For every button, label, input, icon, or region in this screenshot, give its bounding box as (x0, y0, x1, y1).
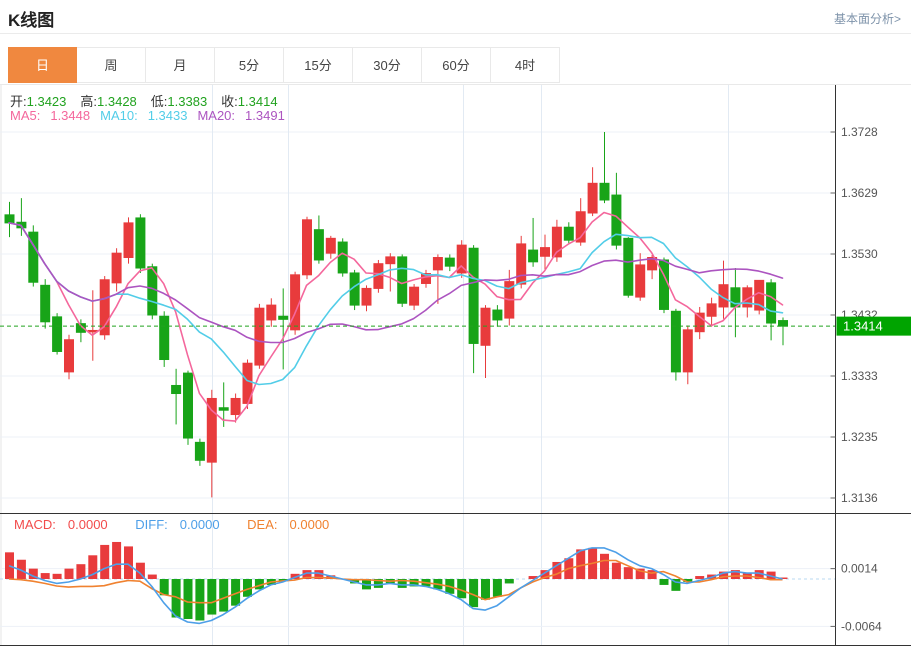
macd-readout: MACD: 0.0000 DIFF: 0.0000 DEA: 0.0000 (14, 517, 353, 532)
header: K线图 基本面分析> (0, 0, 911, 34)
tab-日[interactable]: 日 (8, 47, 77, 83)
svg-text:1.3728: 1.3728 (841, 125, 878, 139)
svg-text:1.3235: 1.3235 (841, 430, 878, 444)
svg-text:0.0014: 0.0014 (841, 562, 878, 576)
svg-text:1.3136: 1.3136 (841, 491, 878, 505)
dea-label: DEA: (247, 517, 277, 532)
tab-周[interactable]: 周 (77, 47, 146, 83)
tab-4时[interactable]: 4时 (491, 47, 560, 83)
tab-60分[interactable]: 60分 (422, 47, 491, 83)
high-value: 1.3428 (97, 94, 137, 109)
macd-value: 0.0000 (68, 517, 108, 532)
chart-area: 开:1.3423高:1.3428低:1.3383收:1.3414 MA5:1.3… (0, 85, 911, 646)
svg-text:1.3333: 1.3333 (841, 369, 878, 383)
low-label: 低: (151, 94, 168, 109)
period-tab-bar: 日周月5分15分30分60分4时 (8, 47, 560, 83)
kline-widget: K线图 基本面分析> 日周月5分15分30分60分4时 开:1.3423高:1.… (0, 0, 911, 646)
close-value: 1.3414 (238, 94, 278, 109)
macd-chart[interactable]: 0.0014 -0.0064 (0, 513, 911, 646)
svg-text:1.3629: 1.3629 (841, 186, 878, 200)
tab-5分[interactable]: 5分 (215, 47, 284, 83)
ma5-value: 1.3448 (50, 108, 90, 123)
diff-label: DIFF: (135, 517, 168, 532)
tab-15分[interactable]: 15分 (284, 47, 353, 83)
high-label: 高: (80, 94, 97, 109)
svg-text:1.3414: 1.3414 (843, 319, 883, 334)
svg-text:1.3530: 1.3530 (841, 247, 878, 261)
svg-text:-0.0064: -0.0064 (841, 619, 882, 633)
candlestick-chart[interactable]: 1.37281.36291.35301.34321.33331.32351.31… (0, 85, 911, 513)
ma-readout: MA5: 1.3448 MA10: 1.3433 MA20: 1.3491 (10, 108, 295, 123)
open-label: 开: (10, 94, 27, 109)
ma20-label: MA20: (197, 108, 235, 123)
macd-label: MACD: (14, 517, 56, 532)
tab-30分[interactable]: 30分 (353, 47, 422, 83)
close-label: 收: (221, 94, 238, 109)
dea-value: 0.0000 (290, 517, 330, 532)
low-value: 1.3383 (167, 94, 207, 109)
fundamental-analysis-link[interactable]: 基本面分析> (834, 10, 901, 27)
diff-value: 0.0000 (180, 517, 220, 532)
tab-月[interactable]: 月 (146, 47, 215, 83)
ma10-value: 1.3433 (148, 108, 188, 123)
ma10-label: MA10: (100, 108, 138, 123)
ma5-label: MA5: (10, 108, 40, 123)
open-value: 1.3423 (27, 94, 67, 109)
page-title: K线图 (8, 6, 54, 31)
ma20-value: 1.3491 (245, 108, 285, 123)
